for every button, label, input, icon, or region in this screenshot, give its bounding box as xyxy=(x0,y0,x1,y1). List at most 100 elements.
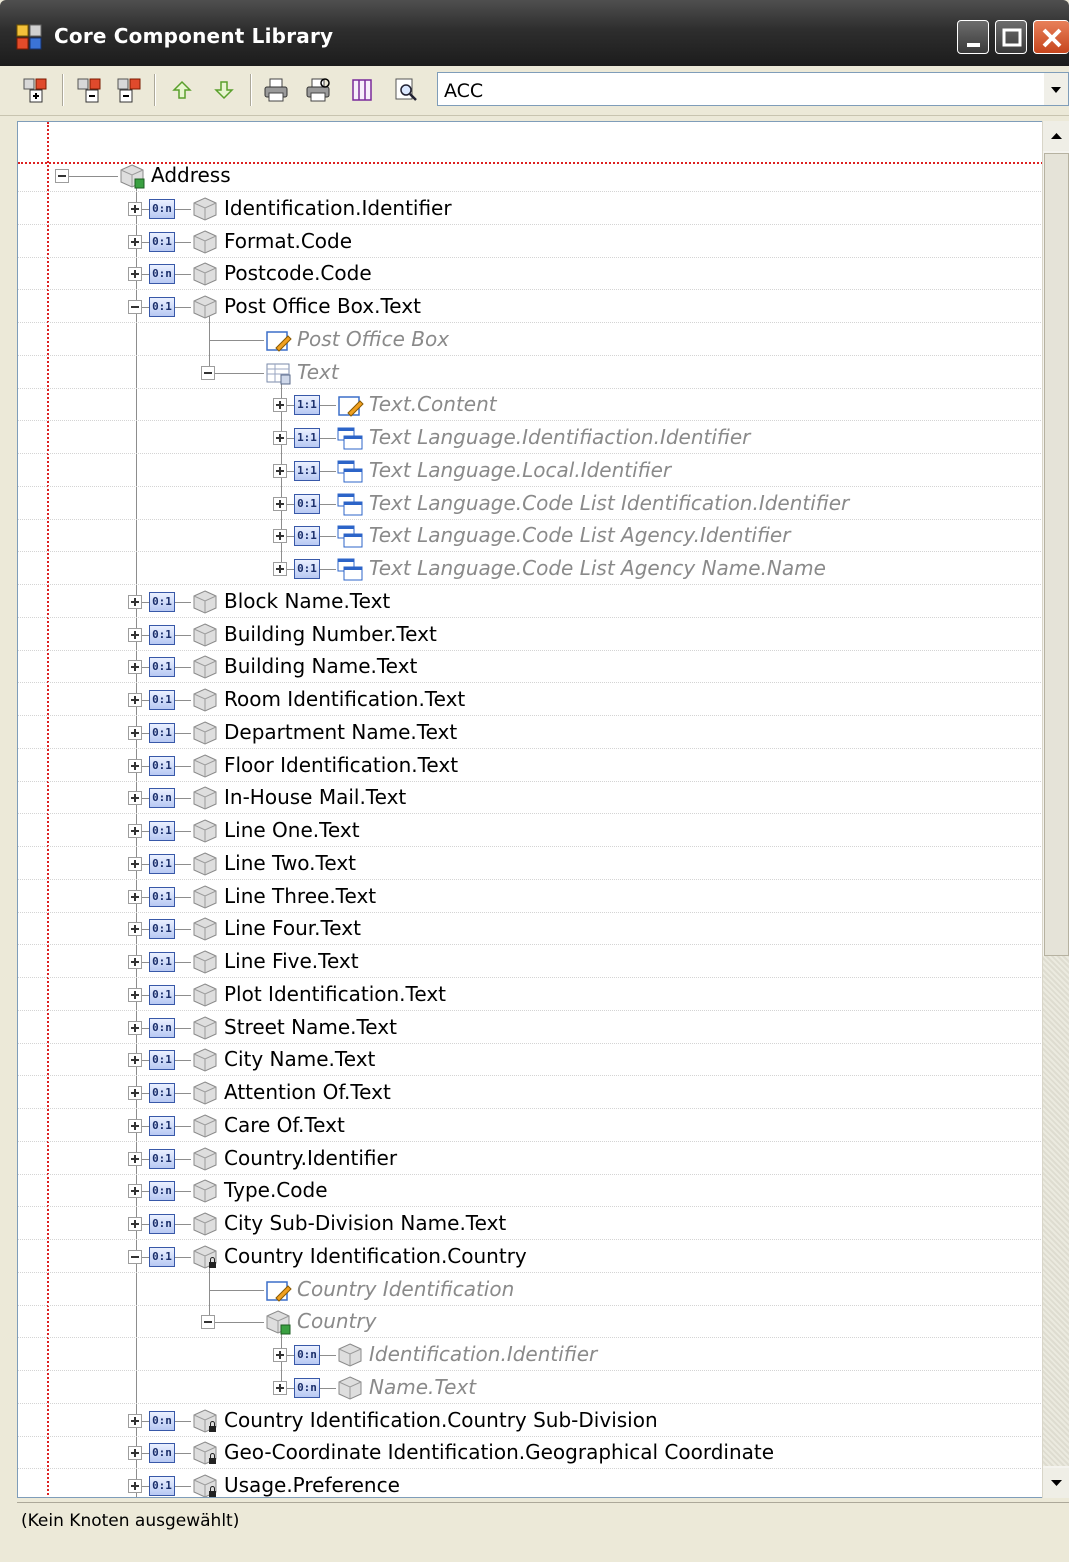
expand-toggle[interactable] xyxy=(128,1020,142,1035)
tree-node[interactable]: 0:1 Plot Identification.Text xyxy=(18,979,1043,1011)
tree-node[interactable]: 0:1 Line Three.Text xyxy=(18,881,1043,913)
print-preview-icon[interactable] xyxy=(304,76,332,104)
tree-node[interactable]: 0:1 Floor Identification.Text xyxy=(18,750,1043,782)
expand-toggle[interactable] xyxy=(273,496,287,511)
expand-toggle[interactable] xyxy=(128,234,142,249)
tree-node[interactable]: 0:1 City Name.Text xyxy=(18,1044,1043,1077)
tree-node[interactable]: 0:n Postcode.Code xyxy=(18,258,1043,291)
tree-node[interactable]: 0:1 Line One.Text xyxy=(18,815,1043,847)
tree-view[interactable]: Address 0:n Identification.Identifier 0:1 Fo… xyxy=(17,121,1069,1498)
expand-toggle[interactable] xyxy=(128,1217,142,1231)
expand-toggle[interactable] xyxy=(128,922,142,937)
tree-node[interactable]: 0:1 Format.Code xyxy=(18,226,1043,258)
expand-toggle[interactable] xyxy=(128,856,142,871)
tree-node[interactable]: 0:1 Text Language.Code List Identificatio… xyxy=(18,488,1043,520)
expand-toggle[interactable] xyxy=(128,1086,142,1100)
scroll-thumb[interactable] xyxy=(1044,153,1069,956)
add-child-icon[interactable] xyxy=(76,76,104,104)
tree-node[interactable]: 0:1 Building Name.Text xyxy=(18,651,1043,684)
tree-root-node[interactable]: Address xyxy=(18,160,1043,192)
expand-toggle[interactable] xyxy=(128,201,142,216)
tree-node[interactable]: 0:1 Text Language.Code List Agency.Identi… xyxy=(18,520,1043,553)
tree-node[interactable]: 0:n Identification.Identifier xyxy=(18,1339,1043,1371)
tree-node[interactable]: 0:n In-House Mail.Text xyxy=(18,782,1043,815)
expand-toggle[interactable] xyxy=(128,1151,142,1166)
tree-node[interactable]: 0:1 Post Office Box.Text xyxy=(18,291,1043,323)
tree-node[interactable]: 0:n Country Identification.Country Sub-Di… xyxy=(18,1405,1043,1437)
tree-node[interactable]: 0:n City Sub-Division Name.Text xyxy=(18,1208,1043,1240)
expand-toggle[interactable] xyxy=(128,693,142,707)
add-node-icon[interactable] xyxy=(22,76,50,104)
expand-toggle[interactable] xyxy=(273,463,287,478)
expand-toggle[interactable] xyxy=(128,1413,142,1428)
tree-node[interactable]: 0:1 Text Language.Code List Agency Name.N… xyxy=(18,553,1043,585)
expand-toggle[interactable] xyxy=(273,1380,287,1395)
expand-toggle[interactable] xyxy=(273,529,287,544)
tree-node[interactable]: 0:n Type.Code xyxy=(18,1175,1043,1208)
dropdown-button[interactable] xyxy=(1044,73,1068,105)
expand-toggle[interactable] xyxy=(128,1446,142,1461)
tree-node[interactable]: Post Office Box xyxy=(18,324,1043,356)
tree-node[interactable]: 0:1 Country Identification.Country xyxy=(18,1241,1043,1273)
scroll-down-button[interactable] xyxy=(1043,1468,1069,1498)
tree-node[interactable]: 1:1 Text Language.Identifiaction.Identifi… xyxy=(18,422,1043,454)
vertical-scrollbar[interactable] xyxy=(1042,121,1069,1498)
tree-node[interactable]: 0:1 Block Name.Text xyxy=(18,586,1043,618)
zoom-icon[interactable] xyxy=(392,76,420,104)
tree-node[interactable]: 0:1 Line Four.Text xyxy=(18,913,1043,946)
move-up-icon[interactable] xyxy=(168,76,196,104)
tree-node[interactable]: 0:1 Line Two.Text xyxy=(18,848,1043,880)
scroll-track[interactable] xyxy=(1043,956,1069,1466)
tree-node[interactable]: 0:1 Building Number.Text xyxy=(18,619,1043,651)
expand-toggle[interactable] xyxy=(128,955,142,969)
expand-toggle[interactable] xyxy=(128,824,142,838)
tree-node[interactable]: 0:1 Room Identification.Text xyxy=(18,684,1043,716)
expand-toggle[interactable] xyxy=(128,660,142,675)
tree-node[interactable]: 0:1 Line Five.Text xyxy=(18,946,1043,978)
expand-toggle[interactable] xyxy=(273,1348,287,1362)
remove-node-icon[interactable] xyxy=(116,76,144,104)
collapse-toggle[interactable] xyxy=(55,169,69,183)
tree-node[interactable]: 0:n Identification.Identifier xyxy=(18,193,1043,225)
expand-toggle[interactable] xyxy=(273,562,287,576)
expand-toggle[interactable] xyxy=(128,889,142,904)
expand-toggle[interactable] xyxy=(128,1479,142,1493)
maximize-button[interactable] xyxy=(995,20,1027,54)
tree-node[interactable]: Country xyxy=(18,1306,1043,1339)
expand-toggle[interactable] xyxy=(128,1184,142,1199)
expand-toggle[interactable] xyxy=(273,398,287,413)
tree-node[interactable]: 0:n Street Name.Text xyxy=(18,1012,1043,1044)
collapse-toggle[interactable] xyxy=(201,365,215,380)
tree-node[interactable]: 1:1 Text Language.Local.Identifier xyxy=(18,455,1043,487)
collapse-toggle[interactable] xyxy=(201,1315,215,1330)
tree-node[interactable]: 0:1 Usage.Preference xyxy=(18,1470,1043,1497)
tree-node[interactable]: 0:1 Department Name.Text xyxy=(18,717,1043,749)
expand-toggle[interactable] xyxy=(128,791,142,806)
expand-toggle[interactable] xyxy=(128,267,142,282)
collapse-toggle[interactable] xyxy=(128,300,142,314)
tree-node[interactable]: Country Identification xyxy=(18,1274,1043,1306)
tree-node[interactable]: 0:n Geo-Coordinate Identification.Geograp… xyxy=(18,1437,1043,1470)
move-down-icon[interactable] xyxy=(210,76,238,104)
expand-toggle[interactable] xyxy=(128,987,142,1002)
tree-node[interactable]: 0:1 Care Of.Text xyxy=(18,1110,1043,1142)
node-type-select[interactable]: ACC xyxy=(437,72,1069,106)
title-bar[interactable]: Core Component Library xyxy=(0,0,1069,66)
expand-toggle[interactable] xyxy=(128,725,142,740)
minimize-button[interactable] xyxy=(957,20,989,54)
close-button[interactable] xyxy=(1033,20,1069,54)
tree-node[interactable]: Text xyxy=(18,357,1043,389)
expand-toggle[interactable] xyxy=(128,1053,142,1068)
print-icon[interactable] xyxy=(262,76,290,104)
collapse-toggle[interactable] xyxy=(128,1249,142,1264)
tree-node[interactable]: 0:1 Attention Of.Text xyxy=(18,1077,1043,1109)
expand-toggle[interactable] xyxy=(128,1118,142,1133)
scroll-up-button[interactable] xyxy=(1043,121,1069,151)
tree-node[interactable]: 0:n Name.Text xyxy=(18,1372,1043,1404)
expand-toggle[interactable] xyxy=(128,758,142,773)
tree-node[interactable]: 0:1 Country.Identifier xyxy=(18,1143,1043,1175)
expand-toggle[interactable] xyxy=(128,627,142,642)
expand-toggle[interactable] xyxy=(273,431,287,445)
columns-icon[interactable] xyxy=(348,76,376,104)
tree-node[interactable]: 1:1 Text.Content xyxy=(18,389,1043,422)
